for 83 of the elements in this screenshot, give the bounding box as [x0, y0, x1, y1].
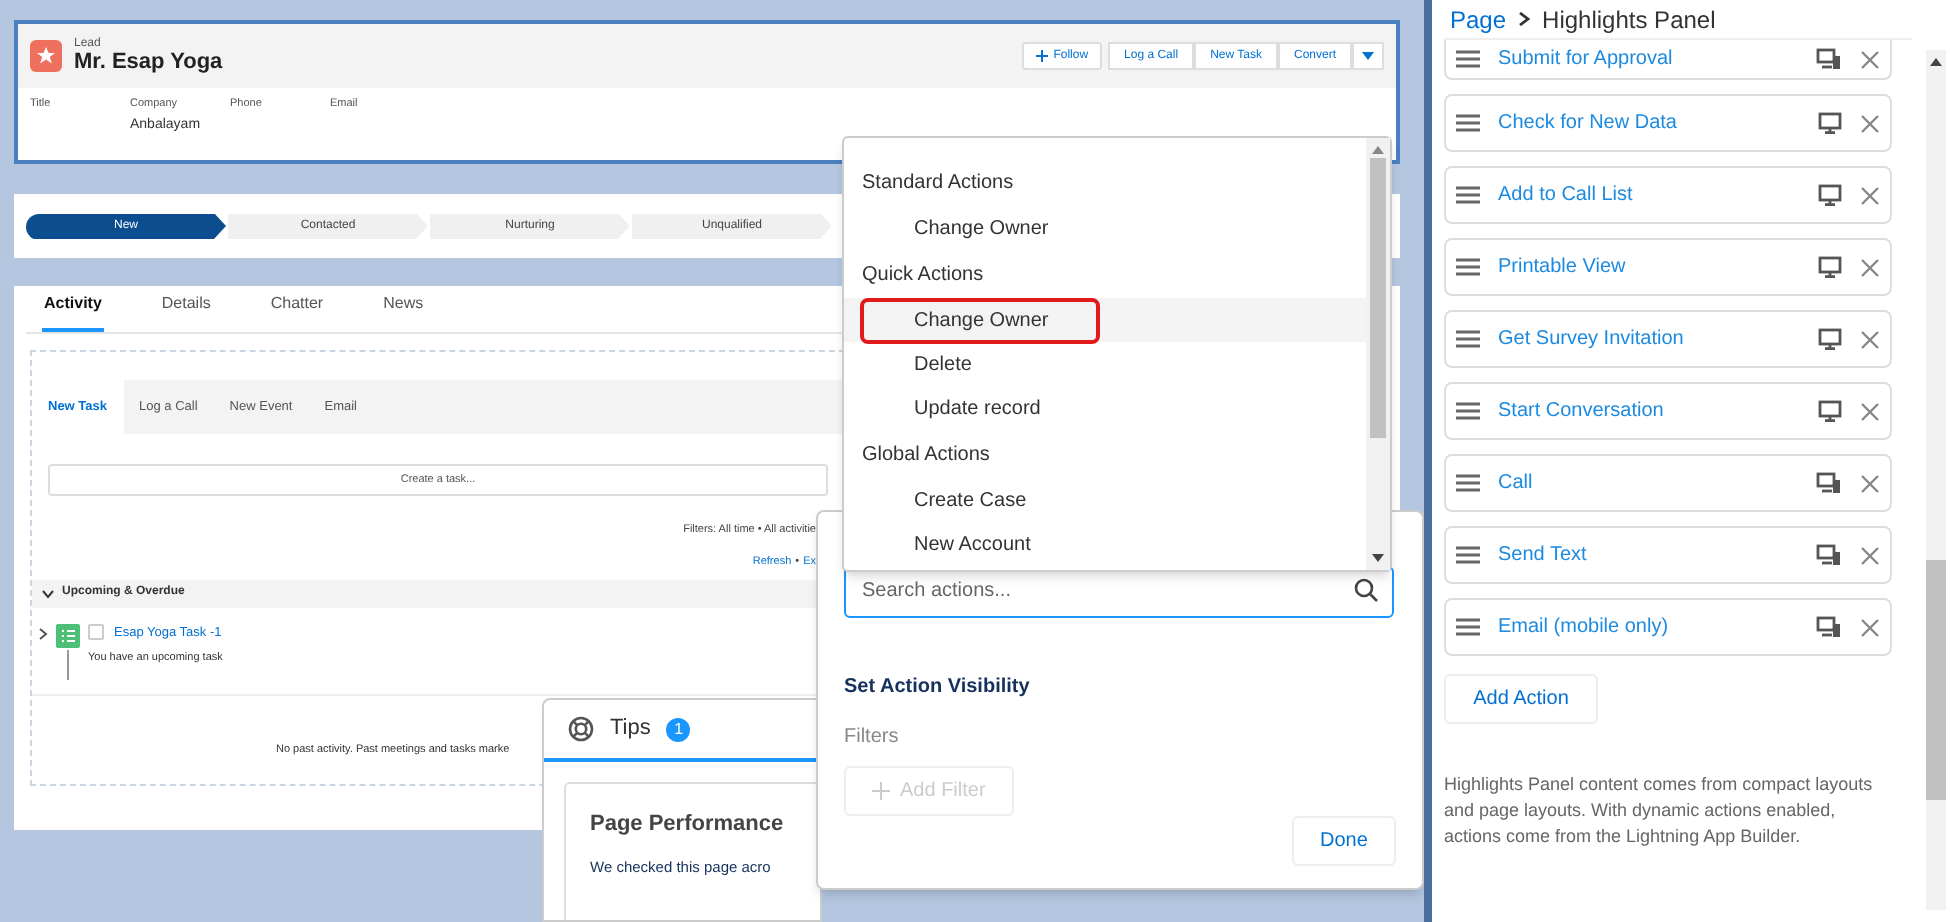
action-label: Send Text — [1498, 542, 1589, 570]
close-icon[interactable] — [1860, 113, 1880, 133]
close-icon[interactable] — [1860, 473, 1880, 493]
close-icon[interactable] — [1860, 185, 1880, 205]
devices-icon — [1816, 472, 1842, 494]
more-actions-button[interactable] — [1352, 42, 1384, 70]
breadcrumb-link[interactable]: Page — [1450, 1, 1507, 37]
action-label: Printable View — [1498, 254, 1628, 282]
action-label: Add to Call List — [1498, 182, 1635, 210]
scroll-up-icon[interactable] — [1930, 58, 1942, 66]
expand-chevron-icon[interactable] — [38, 627, 48, 639]
menu-item[interactable]: Delete — [844, 342, 1366, 386]
task-icon — [56, 623, 80, 679]
close-icon[interactable] — [1860, 617, 1880, 637]
action-list-item[interactable]: Call — [1444, 454, 1892, 512]
tab[interactable]: News — [381, 292, 426, 332]
chevron-icon — [42, 587, 54, 599]
action-list-item[interactable]: Get Survey Invitation — [1444, 310, 1892, 368]
action-label: Start Conversation — [1498, 398, 1666, 426]
search-icon — [1354, 578, 1378, 602]
plus-icon — [872, 782, 890, 800]
drag-handle-icon[interactable] — [1456, 618, 1480, 636]
drag-handle-icon[interactable] — [1456, 546, 1480, 564]
action-label: Email (mobile only) — [1498, 614, 1671, 642]
desktop-icon — [1818, 328, 1842, 350]
drag-handle-icon[interactable] — [1456, 186, 1480, 204]
devices-icon — [1816, 48, 1842, 70]
devices-icon — [1816, 616, 1842, 638]
filters-label: Filters — [844, 724, 899, 752]
action-label: Call — [1498, 470, 1535, 498]
chevron-right-icon — [1518, 12, 1531, 26]
action-list-item[interactable]: Submit for Approval — [1444, 40, 1892, 80]
menu-item[interactable]: Create Case — [844, 478, 1366, 522]
breadcrumb-current: Highlights Panel — [1542, 3, 1716, 37]
close-icon[interactable] — [1860, 329, 1880, 349]
drag-handle-icon[interactable] — [1456, 330, 1480, 348]
close-icon[interactable] — [1860, 545, 1880, 565]
done-button[interactable]: Done — [1292, 816, 1396, 866]
action-list-item[interactable]: Start Conversation — [1444, 382, 1892, 440]
desktop-icon — [1818, 256, 1842, 278]
record-name: Mr. Esap Yoga — [74, 52, 223, 74]
drag-handle-icon[interactable] — [1456, 258, 1480, 276]
action-list-item[interactable]: Email (mobile only) — [1444, 598, 1892, 656]
drag-handle-icon[interactable] — [1456, 474, 1480, 492]
devices-icon — [1816, 544, 1842, 566]
close-icon[interactable] — [1860, 257, 1880, 277]
menu-item[interactable]: Update record — [844, 386, 1366, 430]
task-checkbox[interactable] — [88, 624, 104, 641]
panel-scrollbar[interactable] — [1926, 50, 1946, 910]
action-list-item[interactable]: Printable View — [1444, 238, 1892, 296]
action-label: Submit for Approval — [1498, 46, 1675, 74]
caret-icon — [1362, 52, 1374, 60]
menu-group-heading: Standard Actions — [860, 169, 1016, 197]
lifebuoy-icon — [568, 716, 594, 742]
tab[interactable]: Activity — [42, 292, 104, 332]
action-list-item[interactable]: Add to Call List — [1444, 166, 1892, 224]
menu-item[interactable]: Change Owner — [844, 298, 1366, 342]
menu-group-heading: Quick Actions — [860, 261, 986, 289]
action-label: Check for New Data — [1498, 110, 1679, 138]
desktop-icon — [1818, 400, 1842, 422]
menu-group-heading: Global Actions — [860, 441, 992, 469]
drag-handle-icon[interactable] — [1456, 402, 1480, 420]
menu-item[interactable]: New Account — [844, 522, 1366, 566]
add-action-button[interactable]: Add Action — [1444, 674, 1598, 724]
close-icon[interactable] — [1860, 401, 1880, 421]
tab[interactable]: Chatter — [268, 292, 326, 332]
drag-handle-icon[interactable] — [1456, 50, 1480, 68]
close-icon[interactable] — [1860, 49, 1880, 69]
menu-item[interactable]: Change Owner — [844, 206, 1366, 250]
panel-description: Highlights Panel content comes from compact layouts and page layouts. With dynamic actions enabled, actions come from the Lightning App Builder. — [1444, 772, 1875, 850]
action-list-item[interactable]: Check for New Data — [1444, 94, 1892, 152]
section-heading: Set Action Visibility — [844, 674, 1030, 702]
action-label: Get Survey Invitation — [1498, 326, 1686, 354]
tip-title: Page Performance — [590, 810, 786, 840]
desktop-icon — [1818, 112, 1842, 134]
desktop-icon — [1818, 184, 1842, 206]
tips-title: Tips — [610, 714, 651, 745]
drag-handle-icon[interactable] — [1456, 114, 1480, 132]
tab[interactable]: Details — [159, 292, 213, 332]
plus-icon — [1035, 50, 1048, 62]
tips-count-badge: 1 — [666, 717, 691, 741]
action-list-item[interactable]: Send Text — [1444, 526, 1892, 584]
scrollbar[interactable] — [1366, 138, 1390, 570]
